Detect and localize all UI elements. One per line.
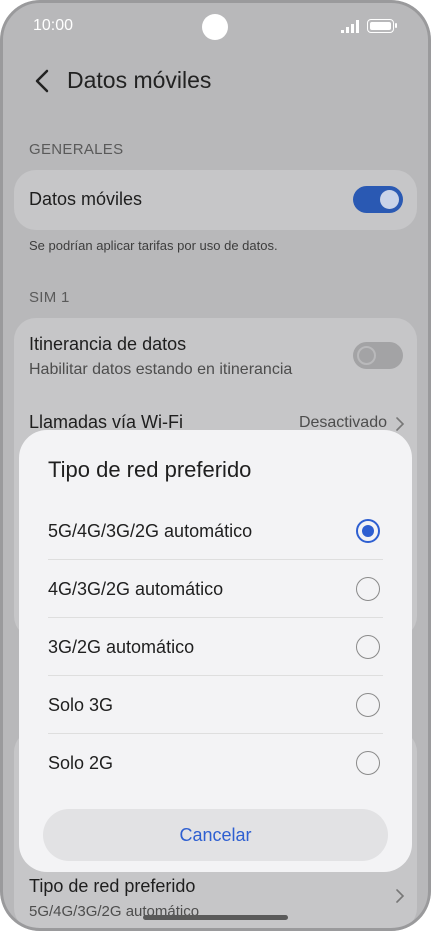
battery-icon [367,19,397,33]
mobile-data-row[interactable]: Datos móviles [14,170,417,230]
back-arrow-icon[interactable] [32,68,54,94]
roaming-row[interactable]: Itinerancia de datos Habilitar datos est… [14,318,417,390]
status-bar: 10:00 [0,0,431,54]
page-title: Datos móviles [67,67,212,93]
section-label-general: GENERALES [29,141,124,158]
network-option[interactable]: 5G/4G/3G/2G automático [19,502,412,560]
status-time: 10:00 [33,17,74,34]
network-option[interactable]: Solo 3G [19,676,412,734]
cancel-button[interactable]: Cancelar [43,809,388,861]
camera-cutout [202,14,228,40]
dialog-title: Tipo de red preferido [48,457,252,482]
network-option-label: 5G/4G/3G/2G automático [48,521,253,541]
network-options-list: 5G/4G/3G/2G automático 4G/3G/2G automáti… [19,502,412,792]
home-indicator[interactable] [143,915,288,920]
radio-button-selected[interactable] [356,519,380,543]
network-option-label: 3G/2G automático [48,637,195,657]
toggle-knob [357,346,376,365]
data-charges-hint: Se podrían aplicar tarifas por uso de da… [29,238,278,253]
roaming-subtitle: Habilitar datos estando en itinerancia [29,361,293,378]
chevron-right-icon [396,417,405,431]
chevron-right-icon [396,889,405,903]
network-option[interactable]: Solo 2G [19,734,412,792]
network-option[interactable]: 3G/2G automático [19,618,412,676]
roaming-toggle[interactable] [353,342,403,369]
radio-button[interactable] [356,751,380,775]
network-option-label: Solo 3G [48,695,114,715]
network-type-title: Tipo de red preferido [29,876,196,896]
section-label-sim1: SIM 1 [29,289,70,306]
network-option-label: Solo 2G [48,753,114,773]
roaming-title: Itinerancia de datos [29,334,187,354]
mobile-data-toggle[interactable] [353,186,403,213]
phone-screen: 10:00 Datos móviles GENERALES Datos móvi… [0,0,431,931]
signal-icon [341,20,359,33]
toggle-knob [380,190,399,209]
radio-button[interactable] [356,577,380,601]
radio-button[interactable] [356,693,380,717]
header: Datos móviles [0,60,431,104]
mobile-data-label: Datos móviles [29,189,143,209]
network-type-dialog: Tipo de red preferido 5G/4G/3G/2G automá… [19,430,412,872]
network-option[interactable]: 4G/3G/2G automático [19,560,412,618]
network-option-label: 4G/3G/2G automático [48,579,224,599]
radio-button[interactable] [356,635,380,659]
